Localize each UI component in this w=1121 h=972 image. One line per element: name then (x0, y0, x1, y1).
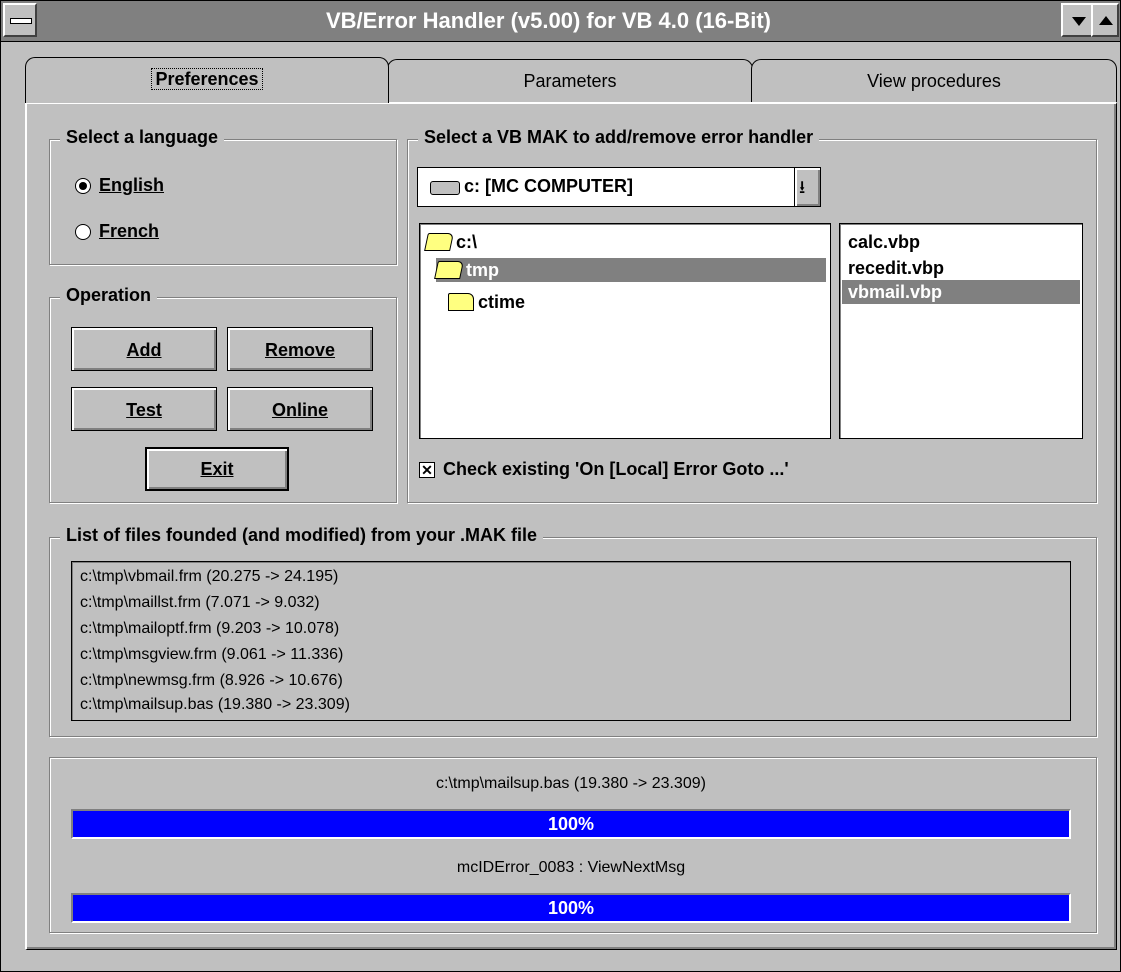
file-progress-label: c:\tmp\mailsup.bas (19.380 -> 23.309) (436, 775, 706, 792)
folder-icon (448, 293, 474, 311)
radio-french[interactable]: French (75, 221, 159, 242)
exit-button[interactable]: Exit (145, 447, 289, 491)
directory-item-label: c:\ (456, 231, 478, 252)
directory-list[interactable]: c:\ tmp ctime (419, 223, 831, 439)
minimize-button[interactable] (1061, 3, 1095, 37)
list-item[interactable]: c:\tmp\vbmail.frm (20.275 -> 24.195) (80, 564, 338, 590)
procedure-progress-text: 100% (547, 898, 595, 918)
title-bar[interactable]: VB/Error Handler (v5.00) for VB 4.0 (16-… (1, 1, 1120, 42)
online-button-label: Online (271, 400, 328, 420)
file-item[interactable]: calc.vbp (842, 230, 1080, 254)
file-item-selected[interactable]: vbmail.vbp (842, 280, 1080, 304)
remove-button-label: Remove (264, 340, 336, 360)
procedure-progress-label: mcIDError_0083 : ViewNextMsg (456, 859, 686, 876)
exit-button-label: Exit (200, 459, 234, 479)
open-folder-icon (434, 261, 464, 279)
mak-group-label: Select a VB MAK to add/remove error hand… (418, 127, 820, 148)
file-progress-text: 100% (547, 814, 595, 834)
directory-item-tmp[interactable]: tmp (434, 258, 826, 282)
list-item[interactable]: c:\tmp\mailoptf.frm (9.203 -> 10.078) (80, 616, 339, 642)
list-item[interactable]: c:\tmp\mailsup.bas (19.380 -> 23.309) (80, 692, 350, 718)
test-button[interactable]: Test (71, 387, 217, 431)
main-window: VB/Error Handler (v5.00) for VB 4.0 (16-… (0, 0, 1121, 972)
directory-item-label: tmp (466, 259, 499, 280)
directory-item-ctime[interactable]: ctime (448, 290, 525, 314)
add-button-label: Add (126, 340, 162, 360)
file-progress-bar: 100% (71, 809, 1071, 839)
file-item[interactable]: recedit.vbp (842, 256, 1080, 280)
modified-files-label: List of files founded (and modified) fro… (60, 525, 543, 546)
check-existing-checkbox[interactable]: ✕ Check existing 'On [Local] Error Goto … (419, 459, 789, 480)
minimize-arrow-icon (1072, 17, 1086, 26)
radio-french-label: French (99, 221, 160, 241)
remove-button[interactable]: Remove (227, 327, 373, 371)
procedure-progress-bar: 100% (71, 893, 1071, 923)
maximize-button[interactable] (1091, 3, 1119, 37)
modified-files-list[interactable]: c:\tmp\vbmail.frm (20.275 -> 24.195) c:\… (71, 561, 1071, 721)
tab-preferences[interactable]: Preferences (25, 57, 389, 103)
radio-english-indicator[interactable] (75, 177, 91, 194)
list-item[interactable]: c:\tmp\maillst.frm (7.071 -> 9.032) (80, 590, 320, 616)
check-existing-label: Check existing 'On [Local] Error Goto ..… (443, 459, 789, 479)
tab-parameters-label: Parameters (523, 71, 617, 91)
drive-icon (430, 181, 460, 195)
directory-item-root[interactable]: c:\ (424, 230, 478, 254)
operation-group-label: Operation (60, 285, 158, 306)
tab-view-procedures[interactable]: View procedures (751, 59, 1117, 103)
test-button-label: Test (126, 400, 162, 420)
drive-select[interactable]: c: [MC COMPUTER] (417, 167, 821, 207)
drive-select-value: c: [MC COMPUTER] (464, 176, 633, 196)
radio-english[interactable]: English (75, 175, 164, 196)
radio-french-indicator[interactable] (75, 223, 91, 240)
tab-view-procedures-label: View procedures (867, 71, 1001, 91)
open-folder-icon (424, 233, 454, 251)
language-group-label: Select a language (60, 127, 225, 148)
directory-item-label: ctime (478, 291, 526, 312)
drive-dropdown-arrow-icon[interactable] (794, 168, 820, 206)
list-item[interactable]: c:\tmp\msgview.frm (9.061 -> 11.336) (80, 642, 343, 668)
checkbox-checked-icon[interactable]: ✕ (419, 461, 435, 478)
radio-english-label: English (99, 175, 165, 195)
list-item[interactable]: c:\tmp\newmsg.frm (8.926 -> 10.676) (80, 668, 343, 694)
window-title: VB/Error Handler (v5.00) for VB 4.0 (16-… (325, 8, 771, 33)
tab-parameters[interactable]: Parameters (387, 59, 753, 103)
add-button[interactable]: Add (71, 327, 217, 371)
tab-preferences-label: Preferences (151, 68, 263, 90)
online-button[interactable]: Online (227, 387, 373, 431)
system-menu-icon[interactable] (3, 3, 37, 37)
project-file-list[interactable]: calc.vbp recedit.vbp vbmail.vbp (839, 223, 1083, 439)
maximize-arrow-icon (1099, 16, 1113, 25)
language-group: Select a language (49, 127, 397, 265)
